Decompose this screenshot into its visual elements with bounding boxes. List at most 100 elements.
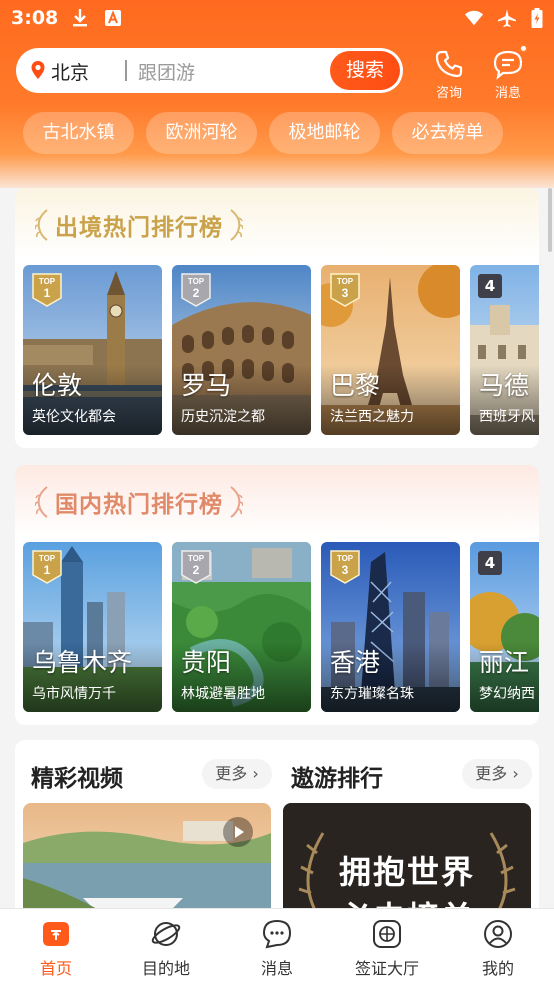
chip-europe-river[interactable]: 欧洲河轮 — [146, 112, 257, 154]
globe-icon — [373, 920, 401, 948]
location-pin-icon — [30, 60, 46, 80]
destination-desc: 西班牙风 — [479, 409, 535, 425]
chip-must-go[interactable]: 必去榜单 — [392, 112, 503, 154]
destination-desc: 梦幻纳西 — [479, 686, 535, 702]
airplane-mode-icon — [497, 8, 517, 28]
consult-button[interactable]: 咨询 — [427, 48, 471, 101]
rank-badge: 4 — [478, 551, 502, 575]
wifi-icon — [464, 8, 484, 28]
header: 3:08 北京 跟团游 搜索 咨询 消息 古北水镇 欧洲河轮 极地邮轮 必去榜单 — [0, 0, 554, 188]
destination-name: 罗马 — [181, 371, 232, 400]
tab-label: 签证大厅 — [354, 959, 419, 978]
tab-destinations[interactable]: 目的地 — [121, 919, 211, 979]
scrollbar[interactable] — [548, 188, 552, 252]
svg-text:TOP: TOP — [337, 554, 354, 563]
search-input[interactable]: 跟团游 — [138, 58, 195, 85]
messages-button[interactable]: 消息 — [486, 44, 530, 101]
destination-name: 巴黎 — [330, 371, 381, 400]
destination-name: 马德 — [479, 371, 530, 400]
destination-card-rome[interactable]: TOP 2 罗马 历史沉淀之都 — [172, 265, 311, 435]
tab-home[interactable]: 首页 — [11, 919, 101, 979]
destination-name: 伦敦 — [32, 371, 83, 400]
rank-number: 2 — [193, 563, 200, 577]
videos-more-button[interactable]: 更多 › — [202, 759, 272, 789]
destination-desc: 英伦文化都会 — [32, 409, 116, 425]
section-title: 出境热门排行榜 — [35, 208, 243, 242]
svg-text:TOP: TOP — [188, 554, 205, 563]
destination-card-guiyang[interactable]: TOP 2 贵阳 林城避暑胜地 — [172, 542, 311, 712]
destination-desc: 东方璀璨名珠 — [330, 686, 414, 702]
destination-card-urumqi[interactable]: TOP 1 乌鲁木齐 乌市风情万千 — [23, 542, 162, 712]
chip-polar-cruise[interactable]: 极地邮轮 — [269, 112, 380, 154]
laurel-left-icon — [35, 486, 48, 518]
laurel-right-icon — [230, 209, 243, 241]
tab-profile[interactable]: 我的 — [453, 919, 543, 979]
search-divider — [125, 60, 127, 81]
rank-number: 1 — [44, 563, 51, 577]
tab-messages[interactable]: 消息 — [232, 919, 322, 979]
search-button[interactable]: 搜索 — [330, 51, 400, 90]
tab-label: 我的 — [481, 959, 514, 978]
messages-label: 消息 — [494, 86, 521, 101]
status-bar: 3:08 — [0, 0, 554, 38]
home-icon — [43, 922, 69, 946]
search-bar[interactable]: 北京 跟团游 搜索 — [16, 48, 403, 93]
tab-visa-hall[interactable]: 签证大厅 — [342, 919, 432, 979]
destination-card-paris[interactable]: TOP 3 巴黎 法兰西之魅力 — [321, 265, 460, 435]
rank-number: 1 — [44, 286, 51, 300]
rank-number: 3 — [342, 563, 349, 577]
destination-name: 贵阳 — [181, 648, 232, 677]
rank-badge: 4 — [478, 274, 502, 298]
battery-icon — [527, 8, 547, 28]
section-title: 国内热门排行榜 — [35, 485, 243, 519]
chat-bubble-icon — [493, 50, 523, 80]
chat-icon — [262, 919, 292, 949]
destination-desc: 乌市风情万千 — [32, 686, 116, 702]
consult-label: 咨询 — [435, 86, 462, 101]
destination-desc: 历史沉淀之都 — [181, 409, 265, 425]
chevron-right-icon: › — [252, 764, 259, 783]
svg-text:TOP: TOP — [39, 277, 56, 286]
ranking-more-button[interactable]: 更多 › — [462, 759, 532, 789]
destination-card-london[interactable]: TOP 1 伦敦 英伦文化都会 — [23, 265, 162, 435]
play-icon[interactable] — [223, 817, 253, 847]
tab-label: 首页 — [39, 959, 72, 978]
chip-gubei[interactable]: 古北水镇 — [23, 112, 134, 154]
top-badge-icon: TOP2 — [181, 550, 211, 584]
top-badge-icon: TOP3 — [330, 550, 360, 584]
city-selector[interactable]: 北京 — [51, 58, 89, 85]
top-badge-icon: TOP1 — [32, 550, 62, 584]
bottom-tab-bar: 首页 目的地 消息 签证大厅 我的 — [0, 908, 554, 984]
laurel-left-icon — [35, 209, 48, 241]
phone-icon — [435, 50, 463, 78]
destination-name: 香港 — [330, 648, 381, 677]
laurel-right-icon — [230, 486, 243, 518]
download-icon — [70, 8, 90, 28]
top-badge-icon: TOP3 — [330, 273, 360, 307]
destination-name: 丽江 — [479, 648, 530, 677]
chevron-right-icon: › — [512, 764, 519, 783]
svg-text:TOP: TOP — [39, 554, 56, 563]
outbound-ranking-section: 出境热门排行榜 TOP 1 伦敦 英伦文化都会 TOP 2 罗马 历史沉淀之都 … — [15, 188, 539, 448]
rank-number: 3 — [342, 286, 349, 300]
destination-card-lijiang[interactable]: 4 丽江 梦幻纳西 — [470, 542, 539, 712]
app-icon — [103, 8, 123, 28]
domestic-ranking-section: 国内热门排行榜 TOP 1 乌鲁木齐 乌市风情万千 TOP 2 贵阳 林城避暑胜… — [15, 465, 539, 725]
more-label: 更多 — [215, 764, 248, 783]
outbound-title: 出境热门排行榜 — [55, 215, 223, 241]
top-badge-icon: TOP2 — [181, 273, 211, 307]
poster-line-1: 拥抱世界 — [338, 853, 475, 891]
domestic-title: 国内热门排行榜 — [55, 492, 223, 518]
destination-name: 乌鲁木齐 — [32, 648, 133, 677]
planet-icon — [151, 922, 181, 946]
user-icon — [484, 920, 512, 948]
svg-text:TOP: TOP — [188, 277, 205, 286]
videos-title: 精彩视频 — [31, 766, 123, 792]
unread-dot — [519, 44, 528, 53]
status-time: 3:08 — [11, 7, 59, 29]
destination-desc: 法兰西之魅力 — [330, 409, 414, 425]
destination-card-hongkong[interactable]: TOP 3 香港 东方璀璨名珠 — [321, 542, 460, 712]
destination-card-madrid[interactable]: 4 马德 西班牙风 — [470, 265, 539, 435]
more-label: 更多 — [475, 764, 508, 783]
ranking-title: 遨游排行 — [291, 766, 383, 792]
